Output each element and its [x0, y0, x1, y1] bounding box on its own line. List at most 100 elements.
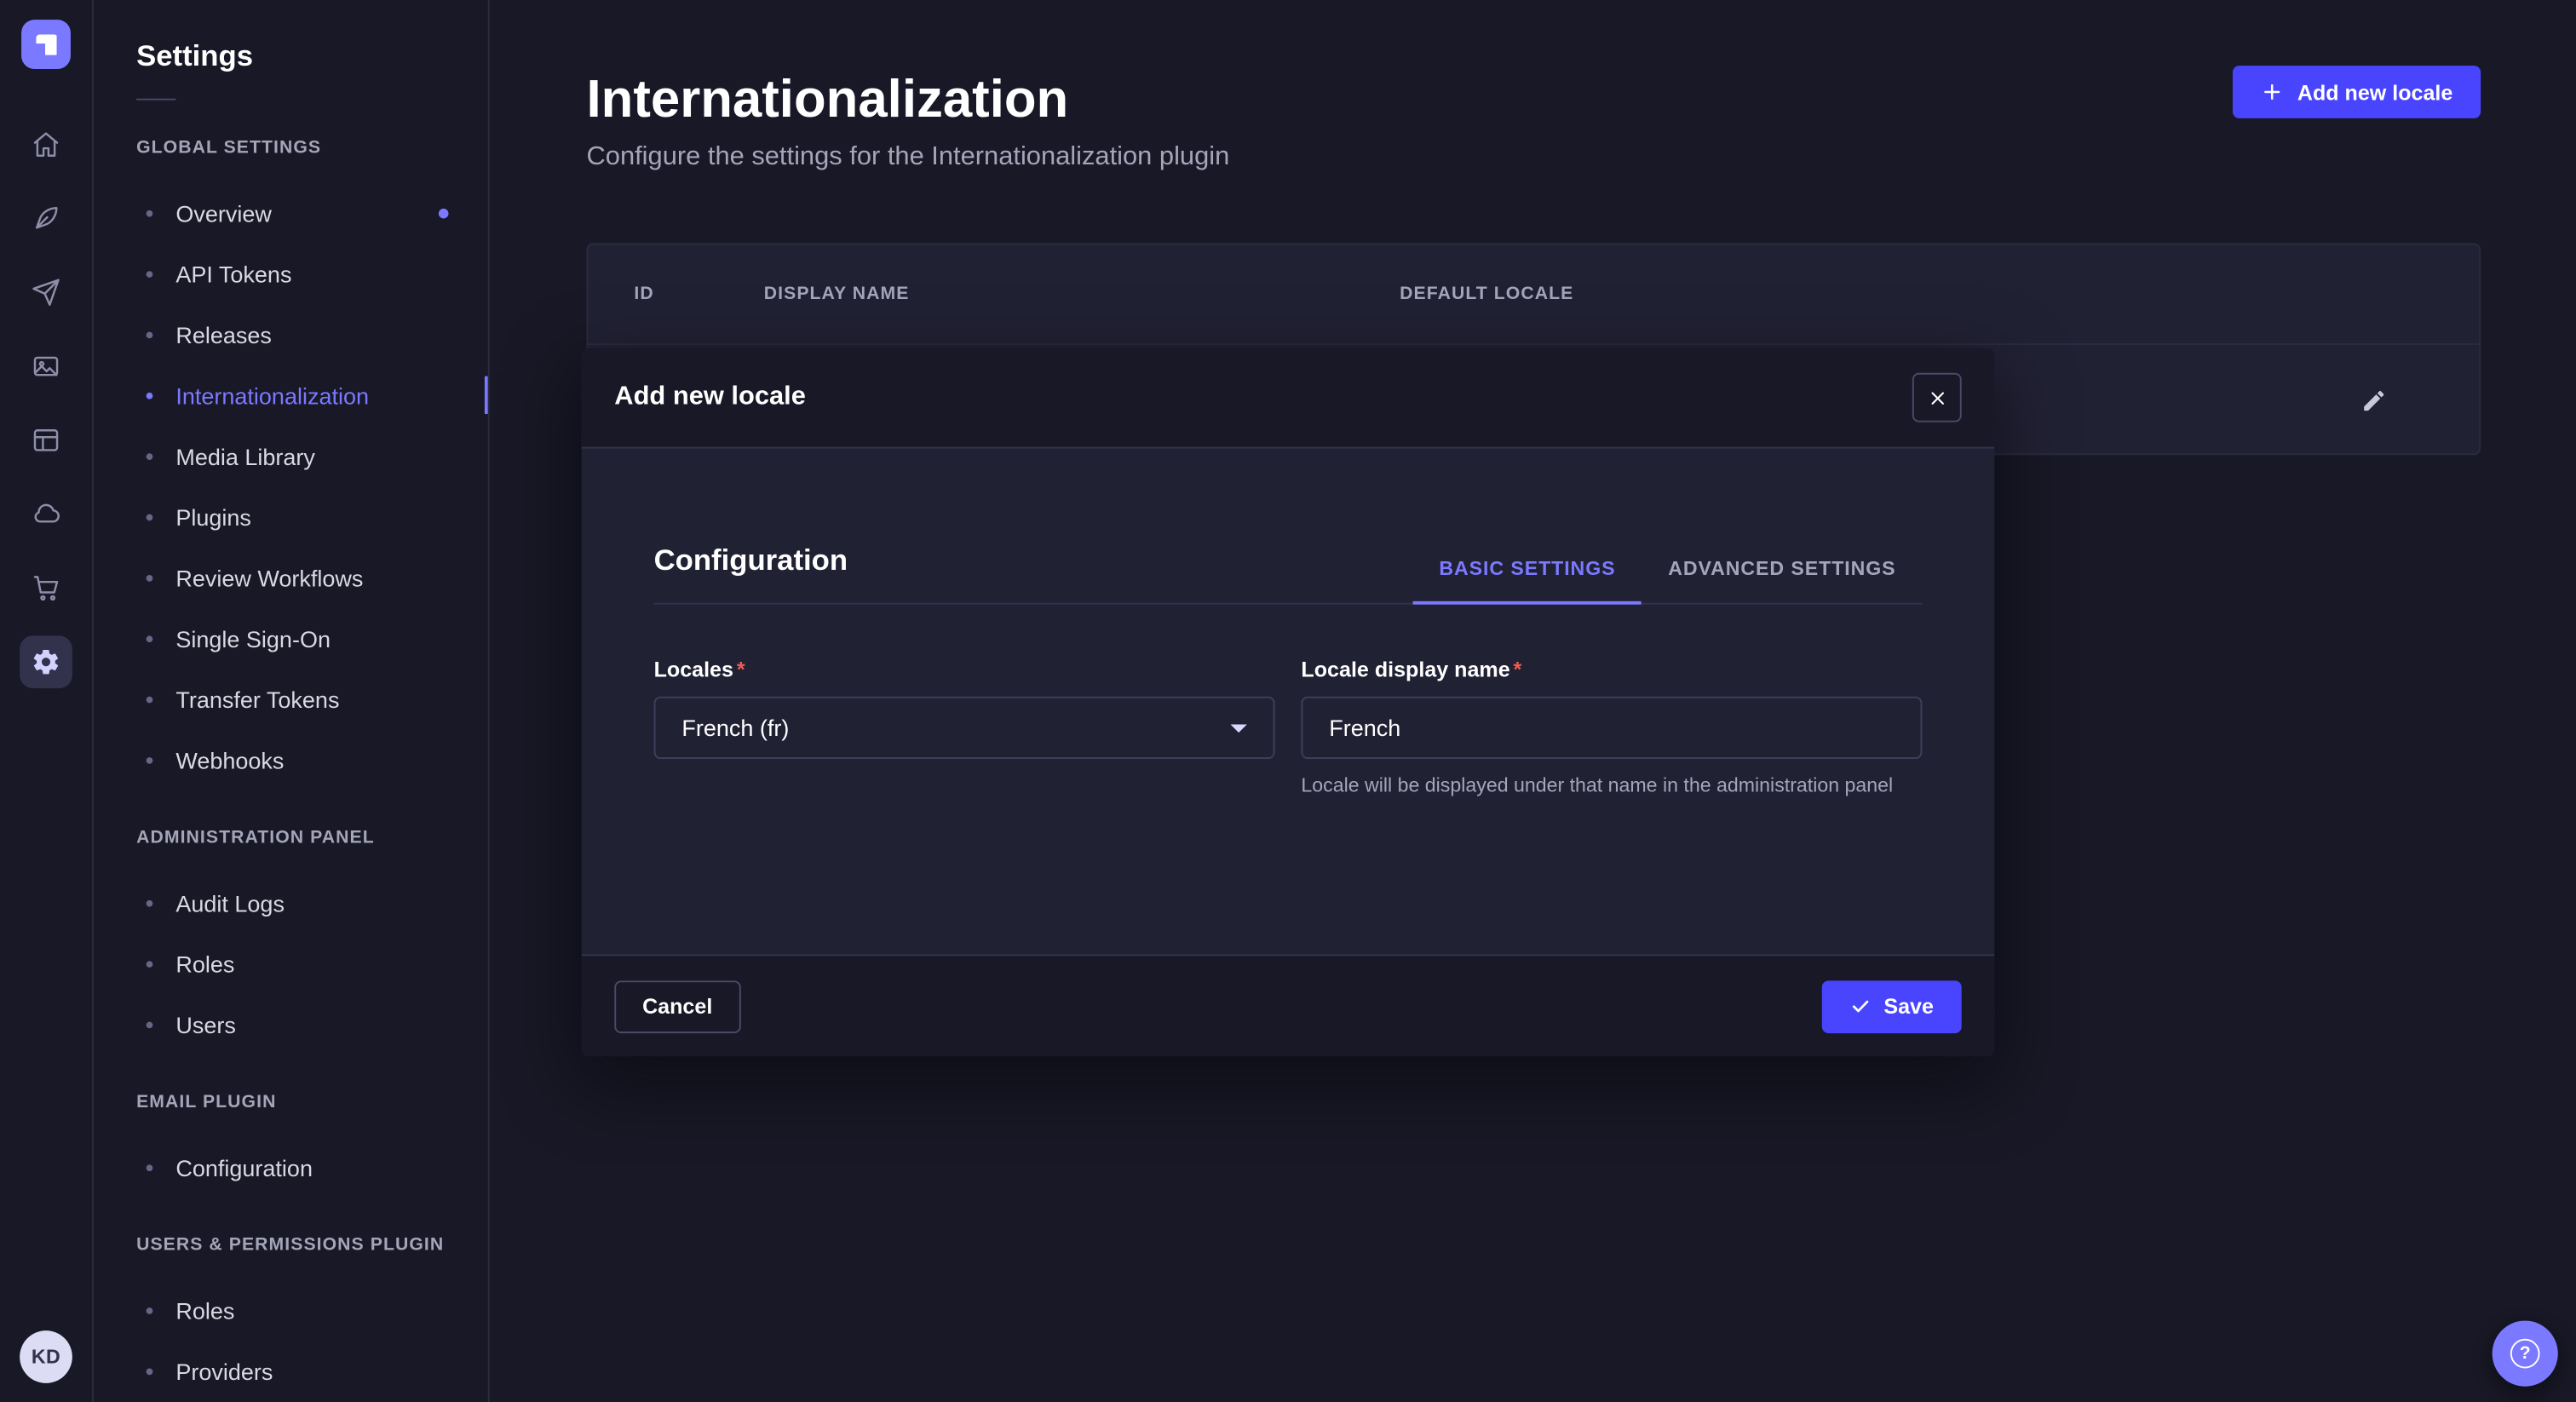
sidebar-item-overview[interactable]: Overview — [94, 182, 488, 243]
media-library-icon[interactable] — [20, 340, 72, 393]
bullet-icon — [147, 1164, 153, 1170]
sidebar-item-releases[interactable]: Releases — [94, 304, 488, 365]
bullet-icon — [147, 514, 153, 520]
sidebar-item-label: Releases — [175, 321, 272, 348]
user-avatar[interactable]: KD — [20, 1330, 72, 1383]
notification-dot — [439, 208, 449, 218]
edit-locale-pencil-icon[interactable] — [2355, 380, 2394, 419]
sidebar-item-label: Users — [175, 1011, 236, 1037]
settings-gear-icon[interactable] — [20, 635, 72, 688]
strapi-logo-icon — [35, 34, 56, 55]
section-heading-email-plugin: EMAIL PLUGIN — [136, 1091, 446, 1114]
feather-icon[interactable] — [20, 192, 72, 245]
sidebar-item-api-tokens[interactable]: API Tokens — [94, 243, 488, 303]
check-icon — [1849, 996, 1871, 1017]
global-settings-list: Overview API Tokens Releases Internation… — [94, 182, 488, 790]
sidebar-item-label: Internationalization — [175, 382, 369, 408]
close-modal-button[interactable] — [1912, 373, 1962, 422]
cancel-button[interactable]: Cancel — [614, 980, 740, 1032]
section-heading-global-settings: GLOBAL SETTINGS — [136, 136, 446, 159]
bullet-icon — [147, 270, 153, 277]
sidebar-item-label: Audit Logs — [175, 889, 285, 916]
sidebar-item-single-sign-on[interactable]: Single Sign-On — [94, 608, 488, 669]
bullet-icon — [147, 696, 153, 703]
required-asterisk: * — [737, 657, 745, 683]
bullet-icon — [147, 574, 153, 581]
sidebar-item-label: Overview — [175, 199, 272, 226]
locales-select-value: French (fr) — [681, 715, 789, 741]
bullet-icon — [147, 331, 153, 338]
administration-panel-list: Audit Logs Roles Users — [94, 872, 488, 1054]
configuration-title: Configuration — [654, 540, 848, 579]
save-label: Save — [1883, 994, 1934, 1019]
bullet-icon — [147, 210, 153, 216]
page-title: Internationalization — [586, 66, 1229, 131]
sidebar-item-label: Configuration — [175, 1154, 313, 1181]
bullet-icon — [147, 635, 153, 641]
settings-sidebar: Settings GLOBAL SETTINGS Overview API To… — [94, 0, 490, 1402]
cancel-label: Cancel — [642, 994, 712, 1019]
page-header-text: Internationalization Configure the setti… — [586, 66, 1229, 177]
tab-basic-settings[interactable]: BASIC SETTINGS — [1413, 557, 1642, 603]
sidebar-item-label: Roles — [175, 1297, 234, 1324]
add-new-locale-button[interactable]: Add new locale — [2234, 66, 2481, 118]
sidebar-item-transfer-tokens[interactable]: Transfer Tokens — [94, 669, 488, 729]
required-asterisk: * — [1514, 657, 1522, 683]
bullet-icon — [147, 1021, 153, 1028]
sidebar-item-label: Roles — [175, 951, 234, 977]
bullet-icon — [147, 1368, 153, 1375]
locales-select[interactable]: French (fr) — [654, 697, 1275, 759]
modal-body: Configuration BASIC SETTINGS ADVANCED SE… — [582, 448, 1995, 954]
email-plugin-list: Configuration — [94, 1137, 488, 1198]
page-header: Internationalization Configure the setti… — [586, 66, 2481, 177]
cloud-icon[interactable] — [20, 488, 72, 541]
sidebar-item-email-configuration[interactable]: Configuration — [94, 1137, 488, 1198]
tab-advanced-settings[interactable]: ADVANCED SETTINGS — [1642, 557, 1922, 603]
sidebar-item-label: Providers — [175, 1358, 273, 1384]
layout-icon[interactable] — [20, 414, 72, 467]
sidebar-item-audit-logs[interactable]: Audit Logs — [94, 872, 488, 933]
app-logo[interactable] — [21, 20, 71, 69]
chevron-down-icon — [1230, 724, 1246, 733]
settings-tabs: BASIC SETTINGS ADVANCED SETTINGS — [1413, 557, 1923, 603]
page-subtitle: Configure the settings for the Internati… — [586, 138, 1229, 177]
question-mark-icon: ? — [2510, 1339, 2540, 1369]
sidebar-item-up-roles[interactable]: Roles — [94, 1279, 488, 1340]
modal-header: Add new locale — [582, 348, 1995, 449]
sidebar-item-label: API Tokens — [175, 261, 291, 287]
sidebar-item-review-workflows[interactable]: Review Workflows — [94, 547, 488, 607]
sidebar-item-label: Transfer Tokens — [175, 686, 339, 712]
help-button[interactable]: ? — [2493, 1321, 2558, 1387]
sidebar-item-admin-users[interactable]: Users — [94, 994, 488, 1054]
bullet-icon — [147, 392, 153, 399]
display-name-input[interactable] — [1301, 697, 1922, 759]
sidebar-item-up-providers[interactable]: Providers — [94, 1341, 488, 1401]
locales-field-group: Locales* French (fr) — [654, 657, 1275, 800]
strapi-admin-app: KD Settings GLOBAL SETTINGS Overview API… — [0, 0, 2576, 1402]
display-name-hint: Locale will be displayed under that name… — [1301, 772, 1922, 800]
sidebar-item-admin-roles[interactable]: Roles — [94, 933, 488, 993]
sidebar-item-label: Single Sign-On — [175, 625, 331, 652]
display-name-field-group: Locale display name* Locale will be disp… — [1301, 657, 1922, 800]
display-name-label: Locale display name* — [1301, 657, 1922, 683]
sidebar-item-media-library[interactable]: Media Library — [94, 425, 488, 486]
save-button[interactable]: Save — [1821, 980, 1962, 1032]
bullet-icon — [147, 1307, 153, 1313]
home-icon[interactable] — [20, 118, 72, 171]
users-permissions-list: Roles Providers — [94, 1279, 488, 1401]
bullet-icon — [147, 452, 153, 459]
table-header-row: ID DISPLAY NAME DEFAULT LOCALE — [588, 244, 2479, 345]
display-name-label-text: Locale display name — [1301, 657, 1509, 683]
close-icon — [1928, 388, 1946, 406]
sidebar-item-internationalization[interactable]: Internationalization — [94, 365, 488, 425]
sidebar-item-plugins[interactable]: Plugins — [94, 486, 488, 547]
add-new-locale-label: Add new locale — [2297, 80, 2453, 105]
modal-title: Add new locale — [614, 382, 806, 412]
column-header-id: ID — [634, 284, 763, 304]
sidebar-item-label: Review Workflows — [175, 564, 363, 590]
main-nav: KD — [0, 0, 94, 1402]
sidebar-item-webhooks[interactable]: Webhooks — [94, 729, 488, 790]
section-heading-users-permissions-plugin: USERS & PERMISSIONS PLUGIN — [136, 1233, 446, 1256]
paper-plane-icon[interactable] — [20, 266, 72, 319]
cart-icon[interactable] — [20, 562, 72, 615]
